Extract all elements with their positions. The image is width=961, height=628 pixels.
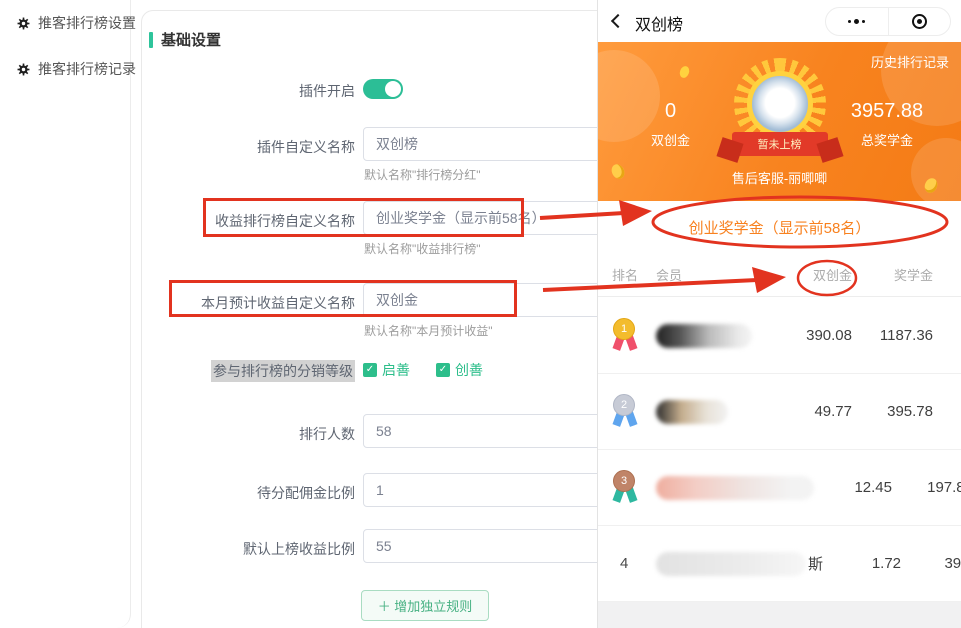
section-title: 基础设置 <box>161 29 221 50</box>
score-value: 390.08 <box>774 327 852 344</box>
checkbox-level-1[interactable]: ✓ 启善 <box>363 360 410 380</box>
checkbox-checked-icon: ✓ <box>436 363 450 377</box>
medal-rank-number: 2 <box>613 394 635 416</box>
col-header-scholarship: 奖学金 <box>852 265 933 284</box>
my-score-value: 0 <box>628 100 713 123</box>
gear-icon <box>17 63 30 76</box>
page: 推客排行榜设置 推客排行榜记录 基础设置 插件开启 插件自定义名称 默认名 <box>0 0 961 628</box>
plugin-enabled-toggle[interactable] <box>363 79 403 99</box>
scholarship-value: 395.78 <box>852 403 933 420</box>
user-avatar-group: 暂未上榜 <box>732 58 828 150</box>
gear-icon <box>17 17 30 30</box>
col-header-member: 会员 <box>656 265 774 284</box>
levels-label-text: 参与排行榜的分销等级 <box>211 360 355 382</box>
not-ranked-badge-text: 暂未上榜 <box>758 136 802 152</box>
commission-ratio-input[interactable] <box>363 473 615 507</box>
table-row[interactable]: 3 12.45 197.89 <box>598 450 961 526</box>
rank-count-label: 排行人数 <box>150 424 355 444</box>
score-value: 12.45 <box>814 479 892 496</box>
target-icon <box>912 14 927 29</box>
toggle-knob <box>385 81 401 97</box>
medal-rank-number: 3 <box>613 470 635 492</box>
scholarship-value: 39.57 <box>901 555 961 572</box>
ranking-list-title: 创业奖学金（显示前58名） <box>598 201 961 253</box>
total-scholarship-stat: 3957.88 总奖学金 <box>831 100 943 149</box>
scholarship-value: 197.89 <box>892 479 961 496</box>
plugin-enabled-label: 插件开启 <box>150 81 355 101</box>
admin-sidebar: 推客排行榜设置 推客排行榜记录 <box>0 0 131 628</box>
section-accent-bar <box>149 32 153 48</box>
table-row[interactable]: 1 390.08 1187.36 <box>598 298 961 374</box>
ranking-table-body: 1 390.08 1187.36 2 49.77 395.78 3 12.45 <box>598 298 961 602</box>
avatar <box>747 71 813 137</box>
sidebar-item-label: 推客排行榜设置 <box>38 13 136 33</box>
sidebar-item-label: 推客排行榜记录 <box>38 59 136 79</box>
total-scholarship-label: 总奖学金 <box>831 130 943 149</box>
ranking-banner: 历史排行记录 0 双创金 3957.88 总奖学金 暂未上榜 售后客服-丽唧唧 <box>598 42 961 201</box>
ranking-name-input[interactable] <box>363 201 615 235</box>
checkbox-checked-icon: ✓ <box>363 363 377 377</box>
mobile-footer-strip <box>598 602 961 628</box>
gold-medal-icon: 1 <box>613 318 637 354</box>
monthly-income-name-hint: 默认名称"本月预计收益" <box>364 322 493 339</box>
checkbox-level-2[interactable]: ✓ 创善 <box>436 360 483 380</box>
section-header: 基础设置 <box>149 29 221 50</box>
banner-username: 售后客服-丽唧唧 <box>598 168 961 187</box>
member-name-redacted <box>656 400 774 424</box>
monthly-income-name-label: 本月预计收益自定义名称 <box>150 293 355 313</box>
medal-rank-number: 1 <box>613 318 635 340</box>
my-score-label: 双创金 <box>628 130 713 149</box>
mobile-navbar: 双创榜 <box>598 0 961 42</box>
member-name-suffix: 斯 <box>808 553 823 574</box>
coin-icon <box>678 65 691 79</box>
scholarship-value: 1187.36 <box>852 327 933 344</box>
not-ranked-badge: 暂未上榜 <box>732 132 828 156</box>
more-menu-icon[interactable] <box>826 8 888 35</box>
ranking-name-hint: 默认名称"收益排行榜" <box>364 240 481 257</box>
ellipsis-icon <box>848 19 865 24</box>
history-ranking-link[interactable]: 历史排行记录 <box>871 52 949 71</box>
col-header-rank: 排名 <box>612 265 656 284</box>
plugin-name-hint: 默认名称"排行榜分红" <box>364 166 481 183</box>
table-row[interactable]: 4 斯 1.72 39.57 <box>598 526 961 602</box>
ranking-name-label: 收益排行榜自定义名称 <box>150 211 355 231</box>
col-header-score: 双创金 <box>774 265 852 284</box>
silver-medal-icon: 2 <box>613 394 637 430</box>
mobile-page-title: 双创榜 <box>635 11 683 35</box>
member-name-redacted: 斯 <box>656 552 823 576</box>
commission-ratio-label: 待分配佣金比例 <box>150 483 355 503</box>
levels-checkbox-group: ✓ 启善 ✓ 创善 <box>363 360 483 380</box>
bronze-medal-icon: 3 <box>613 470 637 506</box>
default-income-ratio-label: 默认上榜收益比例 <box>150 539 355 559</box>
levels-label: 参与排行榜的分销等级 <box>150 361 355 381</box>
close-target-icon[interactable] <box>888 8 951 35</box>
score-value: 1.72 <box>823 555 901 572</box>
table-row[interactable]: 2 49.77 395.78 <box>598 374 961 450</box>
rank-number: 4 <box>612 555 656 572</box>
mobile-preview-panel: 双创榜 历史排行记录 0 双创金 3957. <box>597 0 961 628</box>
ranking-table-header: 排名 会员 双创金 奖学金 <box>598 253 961 297</box>
monthly-income-name-input[interactable] <box>363 283 615 317</box>
checkbox-label: 启善 <box>382 360 410 380</box>
rank-count-input[interactable] <box>363 414 615 448</box>
add-rule-button[interactable]: ＋ 增加独立规则 <box>361 590 489 621</box>
sidebar-item-ranking-records[interactable]: 推客排行榜记录 <box>0 46 130 92</box>
wechat-capsule <box>825 7 951 36</box>
total-scholarship-value: 3957.88 <box>831 100 943 123</box>
member-name-redacted <box>656 476 814 500</box>
member-name-redacted <box>656 324 774 348</box>
plugin-name-label: 插件自定义名称 <box>150 137 355 157</box>
checkbox-label: 创善 <box>455 360 483 380</box>
back-icon[interactable] <box>611 14 625 28</box>
plugin-name-input[interactable] <box>363 127 615 161</box>
default-income-ratio-input[interactable] <box>363 529 615 563</box>
my-score-stat: 0 双创金 <box>628 100 713 149</box>
sidebar-item-ranking-settings[interactable]: 推客排行榜设置 <box>0 0 130 46</box>
score-value: 49.77 <box>774 403 852 420</box>
